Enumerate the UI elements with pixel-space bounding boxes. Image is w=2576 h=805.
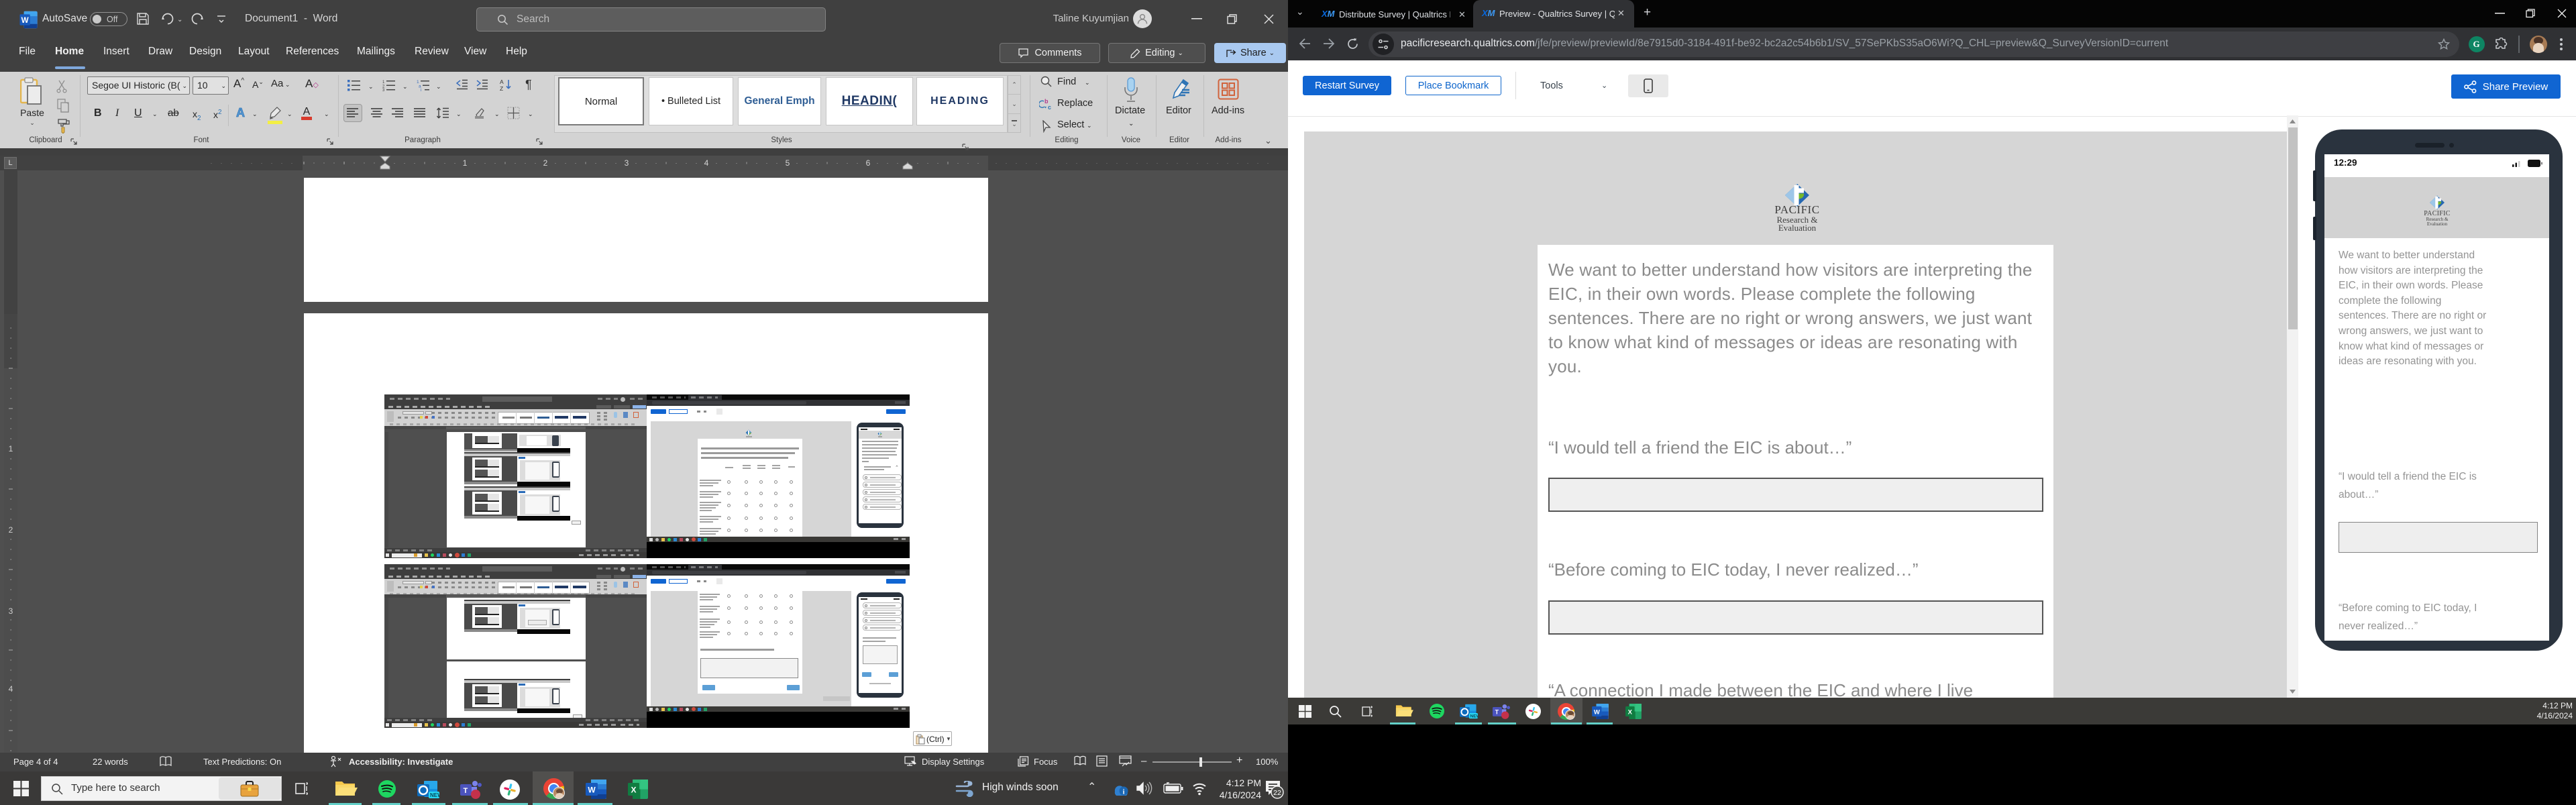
svg-text:NEW: NEW	[430, 792, 439, 798]
svg-text:1: 1	[463, 158, 468, 168]
svg-text:W: W	[1594, 708, 1600, 716]
svg-text:i: i	[1123, 789, 1125, 796]
svg-text:X: X	[631, 786, 636, 795]
svg-text:Z: Z	[500, 85, 503, 91]
svg-text:c: c	[1048, 104, 1051, 111]
svg-text:4: 4	[704, 158, 709, 168]
svg-text:3: 3	[625, 158, 629, 168]
svg-text:3: 3	[9, 606, 13, 616]
svg-text:1: 1	[382, 80, 385, 85]
svg-text:W: W	[21, 16, 30, 25]
svg-text:6: 6	[866, 158, 871, 168]
svg-text:T: T	[1495, 709, 1499, 716]
svg-text:2: 2	[543, 158, 548, 168]
svg-text:A: A	[500, 78, 504, 85]
svg-text:4: 4	[9, 684, 13, 694]
svg-text:3: 3	[382, 89, 385, 91]
svg-text:NEW: NEW	[1470, 714, 1478, 719]
svg-text:5: 5	[786, 158, 790, 168]
svg-text:1: 1	[9, 444, 13, 453]
svg-text:2: 2	[9, 525, 13, 535]
svg-text:T: T	[464, 787, 468, 795]
svg-text:X: X	[1628, 708, 1633, 716]
svg-text:22: 22	[1273, 789, 1281, 797]
svg-text:W: W	[588, 786, 596, 795]
